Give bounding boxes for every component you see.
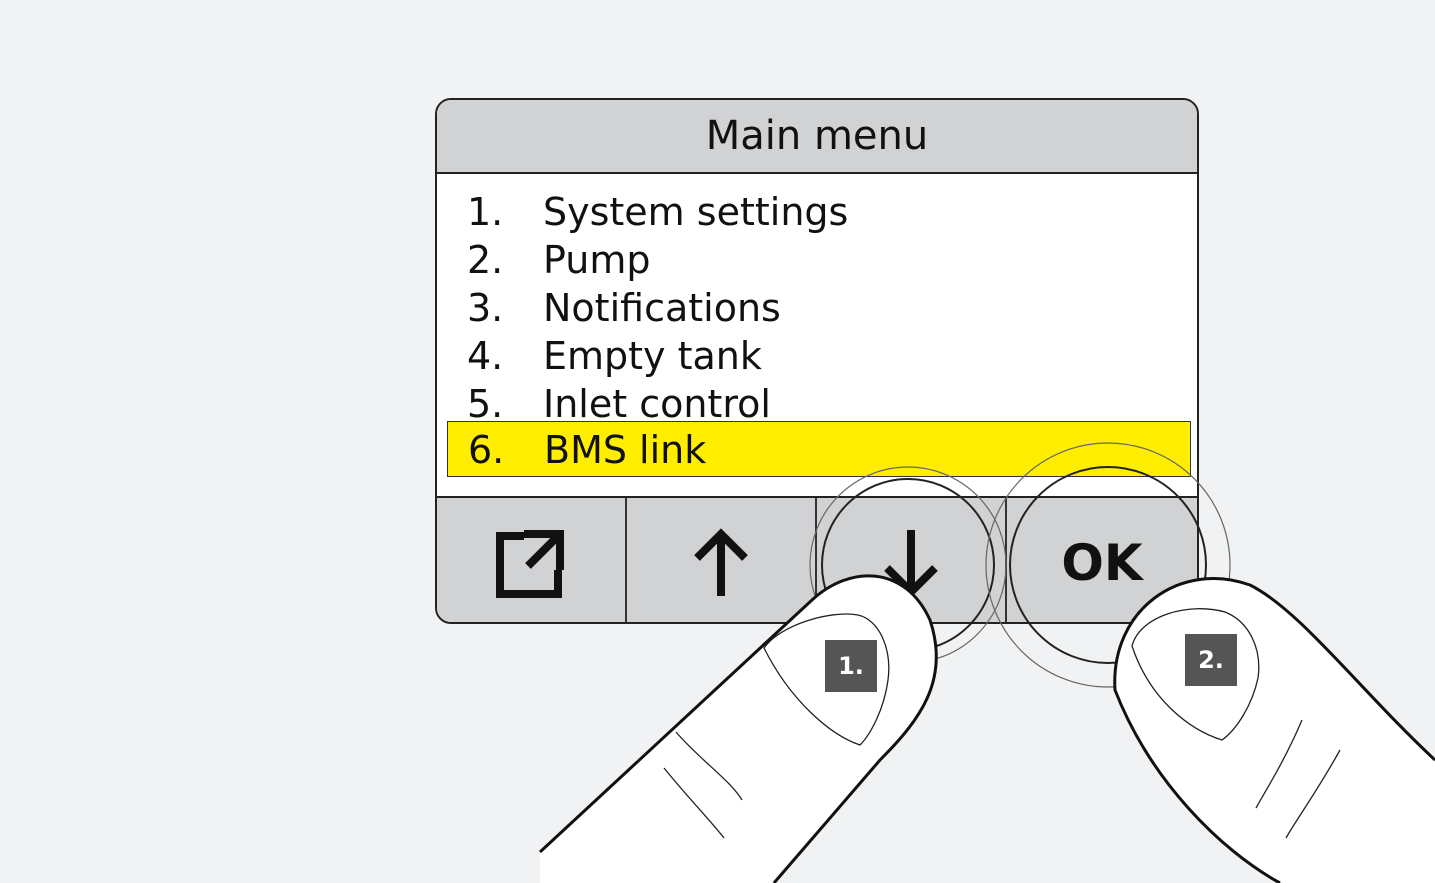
down-button[interactable] (817, 498, 1007, 622)
menu-title-bar: Main menu (437, 100, 1197, 174)
step-2-label: 2. (1198, 646, 1224, 674)
button-bar: OK (437, 496, 1197, 622)
exit-button[interactable] (437, 498, 627, 622)
step-2-badge: 2. (1185, 634, 1237, 686)
illustration-canvas: Main menu 1. System settings 2. Pump 3. … (0, 0, 1435, 883)
step-1-label: 1. (838, 652, 864, 680)
page-title: Main menu (705, 113, 929, 159)
main-menu-list: 1. System settings 2. Pump 3. Notificati… (437, 174, 1197, 496)
step-1-badge: 1. (825, 640, 877, 692)
arrow-up-icon (694, 528, 748, 596)
up-button[interactable] (627, 498, 817, 622)
ok-button-label: OK (1061, 534, 1143, 592)
ok-button[interactable]: OK (1007, 498, 1197, 622)
menu-item-bms-link[interactable]: 6. BMS link (447, 421, 1191, 477)
arrow-down-icon (884, 530, 938, 598)
menu-item-label: BMS link (544, 428, 707, 472)
menu-item-number: 6. (468, 428, 505, 472)
device-display: Main menu 1. System settings 2. Pump 3. … (435, 98, 1199, 624)
external-link-icon (496, 530, 564, 598)
